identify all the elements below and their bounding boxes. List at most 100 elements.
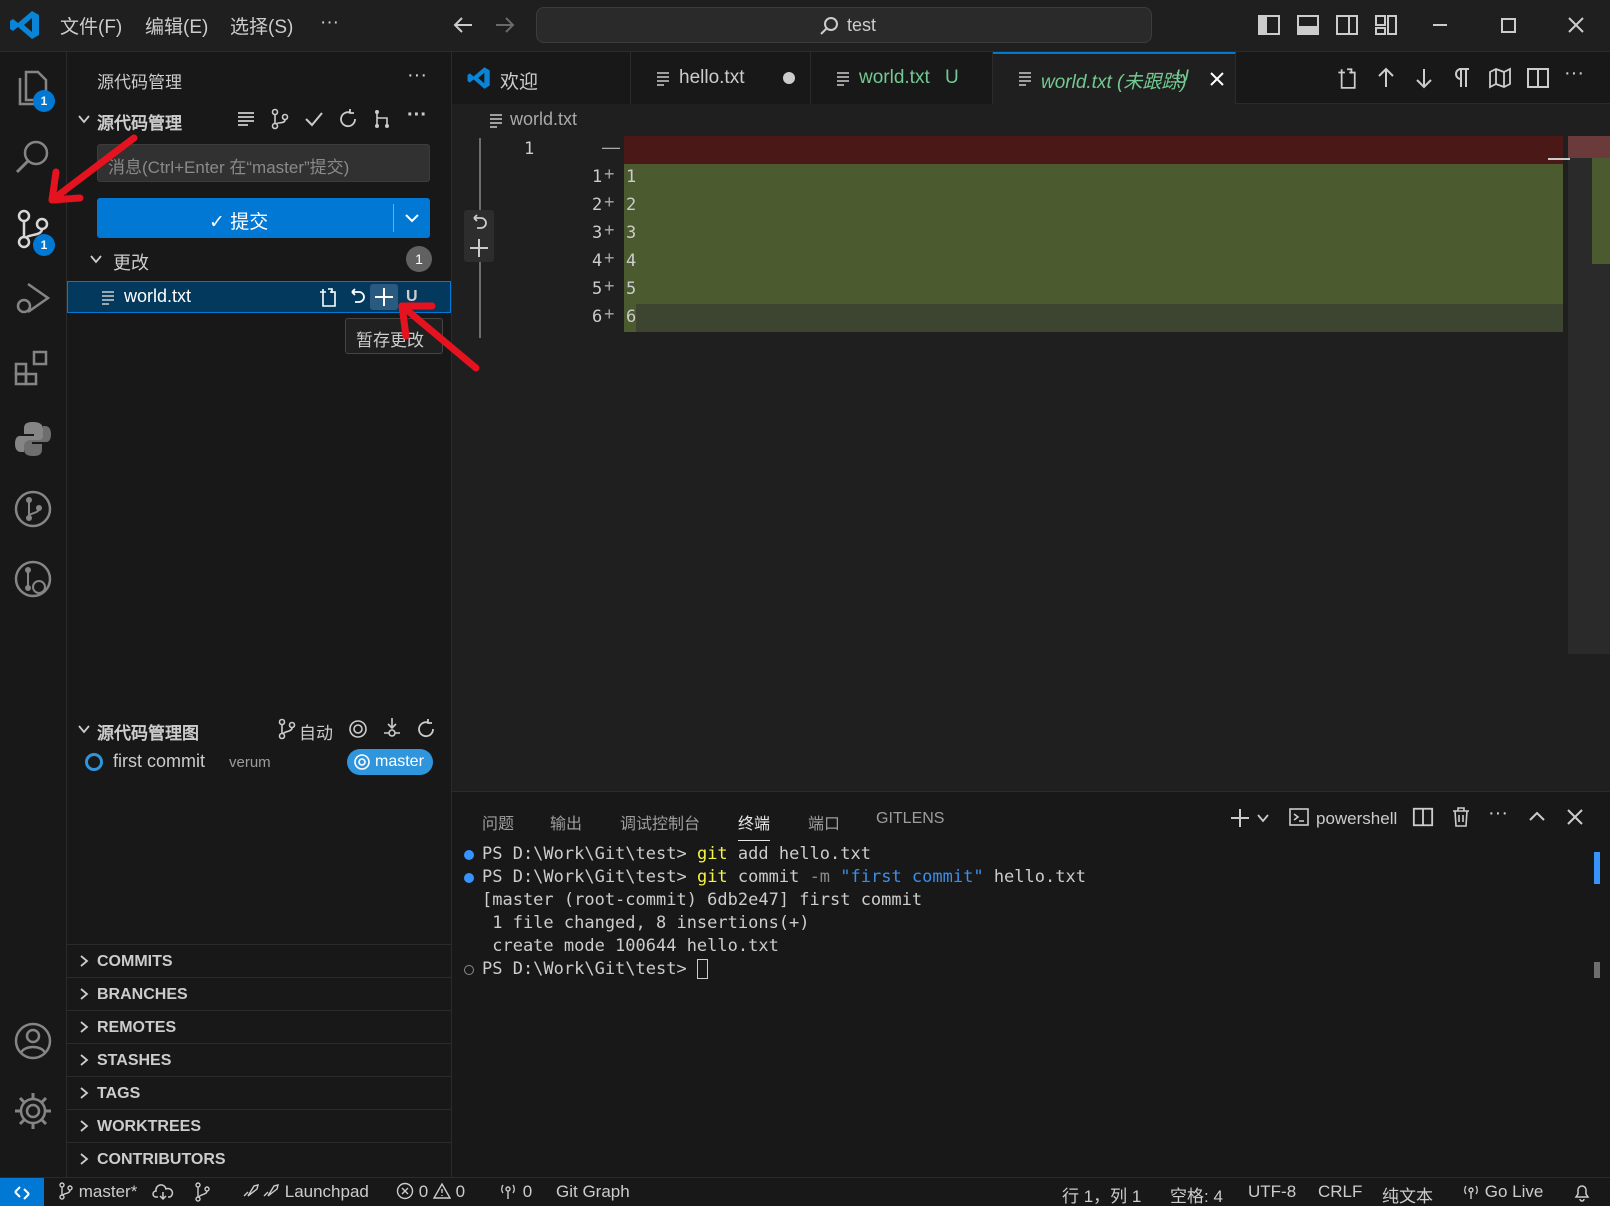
menu-edit[interactable]: 编辑(E): [145, 12, 208, 39]
status-launchpad[interactable]: Launchpad: [240, 1182, 369, 1202]
section-tags[interactable]: TAGS: [67, 1076, 452, 1108]
graph-refresh-icon[interactable]: [415, 718, 437, 740]
panel-tab-ports[interactable]: 端口: [808, 810, 840, 834]
python-icon[interactable]: [12, 418, 54, 460]
toggle-sidebar-icon[interactable]: [1257, 13, 1281, 37]
git-graph-status-icon[interactable]: [194, 1182, 212, 1202]
close-panel-icon[interactable]: [1564, 806, 1586, 828]
open-file-icon[interactable]: [316, 286, 338, 308]
status-golive[interactable]: Go Live: [1462, 1182, 1543, 1202]
section-contributors[interactable]: CONTRIBUTORS: [67, 1142, 452, 1174]
menu-selection[interactable]: 选择(S): [230, 12, 293, 39]
remote-indicator[interactable]: [0, 1178, 44, 1206]
new-terminal-icon[interactable]: [1228, 806, 1252, 830]
section-worktrees[interactable]: WORKTREES: [67, 1109, 452, 1141]
tab-welcome[interactable]: 欢迎: [452, 52, 631, 104]
discard-changes-icon[interactable]: [346, 286, 368, 308]
diff-editor[interactable]: 1 — 1 + 1 2 + 2 3 + 3 4 + 4 5 + 5 6 + 6: [452, 136, 1610, 791]
settings-gear-icon[interactable]: [12, 1090, 54, 1132]
graph-branch-icon[interactable]: [277, 718, 297, 740]
tab-hello-txt[interactable]: hello.txt: [631, 52, 811, 104]
command-success-dot-icon[interactable]: [464, 873, 474, 883]
status-indentation[interactable]: 空格: 4: [1170, 1182, 1223, 1206]
toggle-secondary-sidebar-icon[interactable]: [1335, 13, 1359, 37]
graph-auto-label[interactable]: 自动: [299, 719, 333, 744]
changed-file-row[interactable]: world.txt U: [67, 281, 451, 313]
open-file-icon[interactable]: [1334, 66, 1358, 90]
terminal-scrollbar[interactable]: [1594, 962, 1600, 978]
customize-layout-icon[interactable]: [1374, 13, 1398, 37]
git-graph-icon[interactable]: [12, 488, 54, 530]
commit-button[interactable]: ✓ 提交: [97, 198, 430, 238]
view-as-list-icon[interactable]: [235, 108, 257, 130]
previous-change-icon[interactable]: [1374, 66, 1398, 90]
command-pending-dot-icon[interactable]: [464, 965, 474, 975]
split-terminal-icon[interactable]: [1412, 806, 1434, 828]
next-change-icon[interactable]: [1412, 66, 1436, 90]
section-commits[interactable]: COMMITS: [67, 944, 452, 976]
kill-terminal-trash-icon[interactable]: [1450, 806, 1472, 828]
command-center-search[interactable]: test: [536, 7, 1152, 43]
menu-more[interactable]: ···: [320, 12, 339, 34]
commit-message-input[interactable]: 消息(Ctrl+Enter 在“master”提交): [97, 144, 430, 182]
toggle-panel-icon[interactable]: [1296, 13, 1320, 37]
status-language[interactable]: 纯文本: [1382, 1182, 1433, 1206]
fetch-icon[interactable]: [381, 716, 403, 740]
panel-tab-terminal[interactable]: 终端: [738, 810, 771, 841]
tab-world-untracked[interactable]: world.txt (未跟踪) U: [993, 52, 1236, 104]
section-remotes[interactable]: REMOTES: [67, 1010, 452, 1042]
nav-back-icon[interactable]: [452, 13, 476, 37]
notifications-bell-icon[interactable]: [1572, 1182, 1592, 1202]
nav-forward-icon[interactable]: [492, 13, 516, 37]
panel-tab-debug-console[interactable]: 调试控制台: [620, 810, 700, 834]
search-view-icon[interactable]: [12, 136, 54, 178]
tab-world-txt[interactable]: world.txt U: [811, 52, 993, 104]
changes-group-header[interactable]: 更改 1: [67, 244, 452, 274]
terminal-shell-name[interactable]: powershell: [1316, 809, 1397, 829]
scm-section-header[interactable]: 源代码管理 ···: [67, 104, 452, 134]
editor-more-icon[interactable]: ···: [1564, 62, 1584, 85]
panel-tab-problems[interactable]: 问题: [482, 810, 514, 834]
map-icon[interactable]: [1488, 66, 1512, 90]
close-window-icon[interactable]: [1564, 13, 1588, 37]
panel-tab-gitlens[interactable]: GITLENS: [876, 810, 944, 828]
close-tab-icon[interactable]: [1207, 69, 1227, 89]
run-debug-icon[interactable]: [12, 278, 54, 320]
scm-graph-section-header[interactable]: 源代码管理图 自动: [67, 714, 452, 744]
maximize-icon[interactable]: [1496, 13, 1520, 37]
accounts-icon[interactable]: [12, 1020, 54, 1062]
target-icon[interactable]: [347, 718, 369, 740]
breadcrumb-file[interactable]: world.txt: [510, 109, 577, 130]
status-branch[interactable]: master*: [58, 1182, 137, 1202]
status-eol[interactable]: CRLF: [1318, 1182, 1362, 1202]
minimize-icon[interactable]: [1428, 13, 1452, 37]
sidebar-more-icon[interactable]: ···: [407, 64, 427, 87]
scm-more-icon[interactable]: ···: [407, 104, 427, 127]
status-encoding[interactable]: UTF-8: [1248, 1182, 1296, 1202]
pilcrow-icon[interactable]: [1450, 66, 1474, 90]
diff-inline-actions[interactable]: [464, 210, 494, 262]
graph-commit-row[interactable]: first commit verum master: [67, 746, 452, 778]
commit-dropdown-chevron-icon[interactable]: [403, 210, 421, 226]
stage-block-icon[interactable]: [467, 236, 491, 260]
panel-more-icon[interactable]: ···: [1488, 802, 1508, 825]
refresh-icon[interactable]: [337, 108, 359, 130]
extensions-icon[interactable]: [12, 348, 54, 390]
section-branches[interactable]: BRANCHES: [67, 977, 452, 1009]
command-success-dot-icon[interactable]: [464, 850, 474, 860]
sync-cloud-icon[interactable]: [152, 1182, 174, 1202]
panel-tab-output[interactable]: 输出: [550, 810, 582, 834]
gitlens-icon[interactable]: [12, 558, 54, 600]
graph-toggle-icon[interactable]: [269, 108, 291, 130]
unsaved-dot-icon[interactable]: [783, 72, 795, 84]
revert-block-icon[interactable]: [467, 212, 491, 234]
commit-check-icon[interactable]: [303, 108, 325, 130]
stage-changes-button[interactable]: [370, 284, 398, 310]
status-git-graph[interactable]: Git Graph: [556, 1182, 630, 1202]
status-ports[interactable]: 0: [498, 1182, 532, 1202]
terminal-dropdown-chevron-icon[interactable]: [1256, 812, 1270, 824]
branch-actions-icon[interactable]: [371, 108, 393, 130]
status-cursor-position[interactable]: 行 1，列 1: [1062, 1182, 1141, 1206]
status-problems[interactable]: 0 0: [396, 1182, 465, 1202]
maximize-panel-chevron-up-icon[interactable]: [1526, 806, 1548, 828]
